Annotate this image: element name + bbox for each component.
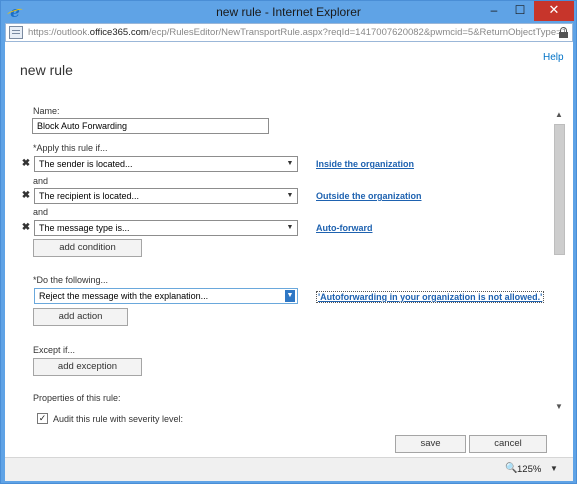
scroll-down-icon[interactable]: ▼ bbox=[553, 402, 565, 412]
condition-dropdown[interactable]: The message type is... ▼ bbox=[34, 220, 298, 236]
add-action-button[interactable]: add action bbox=[33, 308, 128, 326]
chevron-down-icon: ▼ bbox=[286, 160, 294, 167]
address-url[interactable]: https://outlook.office365.com/ecp/RulesE… bbox=[28, 27, 567, 38]
chevron-down-icon: ▼ bbox=[285, 290, 295, 302]
help-link[interactable]: Help bbox=[543, 52, 564, 63]
lock-icon[interactable] bbox=[559, 27, 568, 38]
add-condition-button[interactable]: add condition bbox=[33, 239, 142, 257]
browser-window: e new rule - Internet Explorer – ☐ ✕ htt… bbox=[0, 0, 577, 484]
chevron-down-icon[interactable]: ▼ bbox=[550, 464, 558, 473]
page-icon bbox=[9, 26, 23, 39]
condition-value: The recipient is located... bbox=[39, 191, 140, 201]
save-button[interactable]: save bbox=[395, 435, 466, 453]
do-following-label: *Do the following... bbox=[33, 275, 109, 285]
maximize-button[interactable]: ☐ bbox=[508, 1, 532, 21]
condition-dropdown[interactable]: The recipient is located... ▼ bbox=[34, 188, 298, 204]
properties-label: Properties of this rule: bbox=[33, 393, 121, 403]
chevron-down-icon: ▼ bbox=[286, 192, 294, 199]
action-explanation-link[interactable]: 'Autoforwarding in your organization is … bbox=[316, 291, 545, 303]
remove-condition-icon[interactable]: ✖ bbox=[21, 190, 31, 202]
zoom-icon[interactable]: 🔍 bbox=[505, 464, 517, 474]
action-dropdown[interactable]: Reject the message with the explanation.… bbox=[34, 288, 298, 304]
page-title: new rule bbox=[20, 62, 73, 78]
url-prefix: https://outlook. bbox=[28, 27, 90, 38]
url-suffix: /ecp/RulesEditor/NewTransportRule.aspx?r… bbox=[148, 27, 567, 38]
condition-link[interactable]: Outside the organization bbox=[316, 191, 422, 201]
name-label: Name: bbox=[33, 106, 60, 116]
condition-value: The message type is... bbox=[39, 223, 130, 233]
url-domain: office365.com bbox=[89, 27, 149, 38]
status-bar: 🔍 125% ▼ bbox=[5, 457, 573, 481]
cancel-button[interactable]: cancel bbox=[469, 435, 547, 453]
condition-value: The sender is located... bbox=[39, 159, 133, 169]
address-bar[interactable]: https://outlook.office365.com/ecp/RulesE… bbox=[5, 23, 573, 42]
and-label: and bbox=[33, 176, 49, 186]
zoom-level[interactable]: 125% bbox=[517, 464, 541, 475]
condition-link[interactable]: Inside the organization bbox=[316, 159, 414, 169]
and-label: and bbox=[33, 207, 49, 217]
minimize-button[interactable]: – bbox=[482, 1, 506, 21]
audit-checkbox[interactable]: ✓ bbox=[37, 413, 48, 424]
name-field[interactable]: Block Auto Forwarding bbox=[32, 118, 269, 134]
apply-rule-label: *Apply this rule if... bbox=[33, 143, 108, 153]
action-value: Reject the message with the explanation.… bbox=[39, 291, 209, 301]
scroll-up-icon[interactable]: ▲ bbox=[553, 110, 565, 120]
add-exception-button[interactable]: add exception bbox=[33, 358, 142, 376]
condition-dropdown[interactable]: The sender is located... ▼ bbox=[34, 156, 298, 172]
scrollbar-thumb[interactable] bbox=[554, 124, 565, 255]
chevron-down-icon: ▼ bbox=[286, 224, 294, 231]
remove-condition-icon[interactable]: ✖ bbox=[21, 222, 31, 234]
close-button[interactable]: ✕ bbox=[534, 1, 574, 21]
remove-condition-icon[interactable]: ✖ bbox=[21, 158, 31, 170]
page-content: new rule Help Name: Block Auto Forwardin… bbox=[5, 42, 573, 457]
condition-link[interactable]: Auto-forward bbox=[316, 223, 373, 233]
audit-label: Audit this rule with severity level: bbox=[53, 414, 184, 424]
except-if-label: Except if... bbox=[33, 345, 76, 355]
title-bar: e new rule - Internet Explorer – ☐ ✕ bbox=[1, 1, 576, 23]
